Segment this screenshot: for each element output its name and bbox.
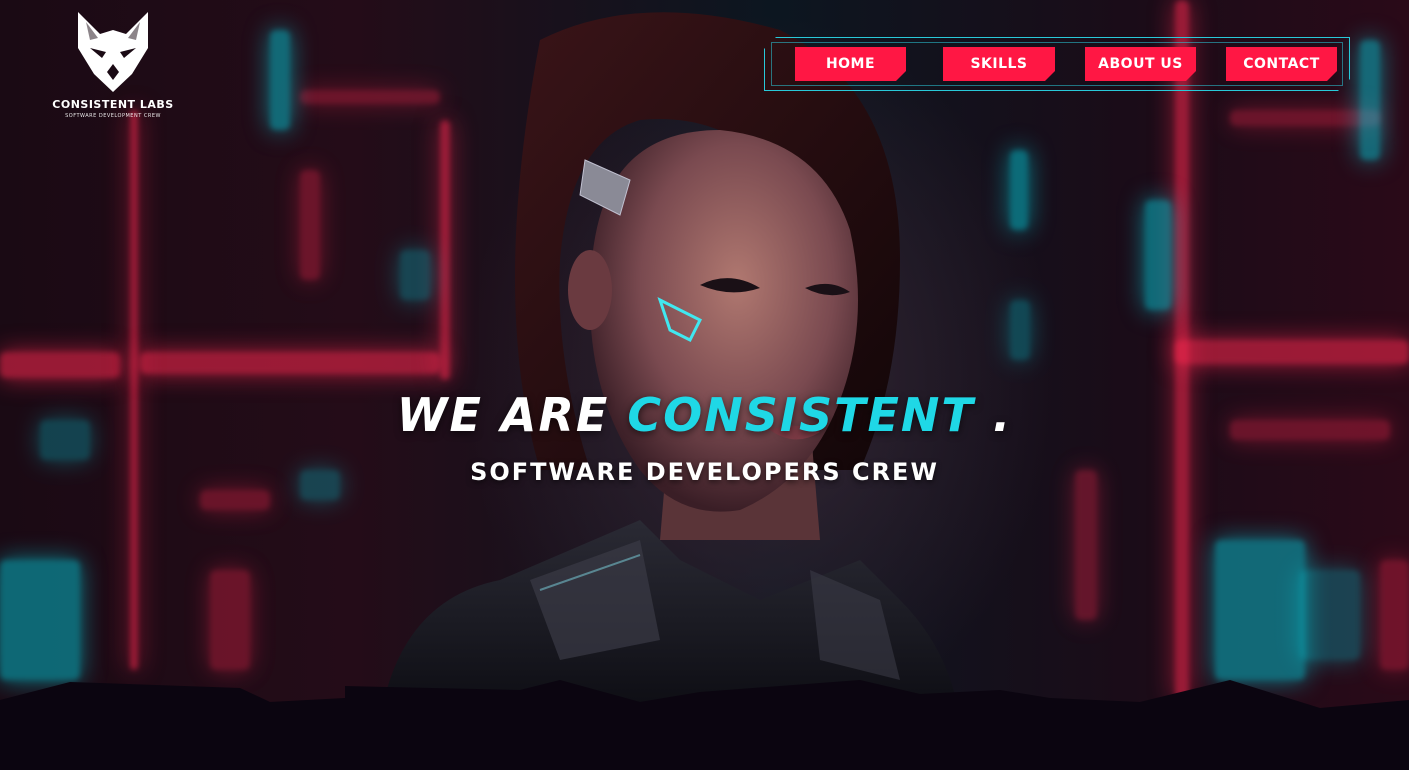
hero-title: WE ARE CONSISTENT . [0, 388, 1409, 442]
neon-panel [1175, 340, 1409, 364]
hero-title-accent: CONSISTENT [627, 388, 975, 442]
hero-figure-image [380, 12, 960, 720]
brand-logo[interactable]: CONSISTENT LABS SOFTWARE DEVELOPMENT CRE… [40, 8, 186, 119]
neon-panel [270, 30, 290, 130]
neon-panel [1230, 110, 1380, 126]
wolf-head-icon [78, 12, 148, 92]
neon-panel [1075, 470, 1097, 620]
nav-skills-button[interactable]: SKILLS [943, 47, 1055, 81]
hero-title-suffix: . [992, 388, 1013, 442]
neon-panel [1175, 0, 1189, 700]
neon-panel [200, 490, 270, 510]
neon-panel [1215, 540, 1305, 680]
neon-panel [210, 570, 250, 670]
hero-subtitle: SOFTWARE DEVELOPERS CREW [470, 458, 939, 486]
neon-panel [1145, 200, 1171, 310]
jagged-ground-divider [0, 680, 1409, 770]
nav-about-us-button[interactable]: ABOUT US [1085, 47, 1196, 81]
neon-panel [300, 170, 320, 280]
hero-section: CONSISTENT LABS SOFTWARE DEVELOPMENT CRE… [0, 0, 1409, 770]
brand-tagline: SOFTWARE DEVELOPMENT CREW [65, 113, 161, 119]
neon-panel [0, 560, 80, 680]
nav-home-button[interactable]: HOME [795, 47, 906, 81]
neon-panel [0, 352, 120, 378]
neon-panel [1380, 560, 1409, 670]
neon-panel [1010, 150, 1028, 230]
hero-title-prefix: WE ARE [396, 388, 610, 442]
neon-panel [1300, 570, 1360, 660]
nav-contact-button[interactable]: CONTACT [1226, 47, 1337, 81]
neon-panel [1360, 40, 1380, 160]
neon-panel [1010, 300, 1030, 360]
brand-name: CONSISTENT LABS [52, 98, 174, 111]
